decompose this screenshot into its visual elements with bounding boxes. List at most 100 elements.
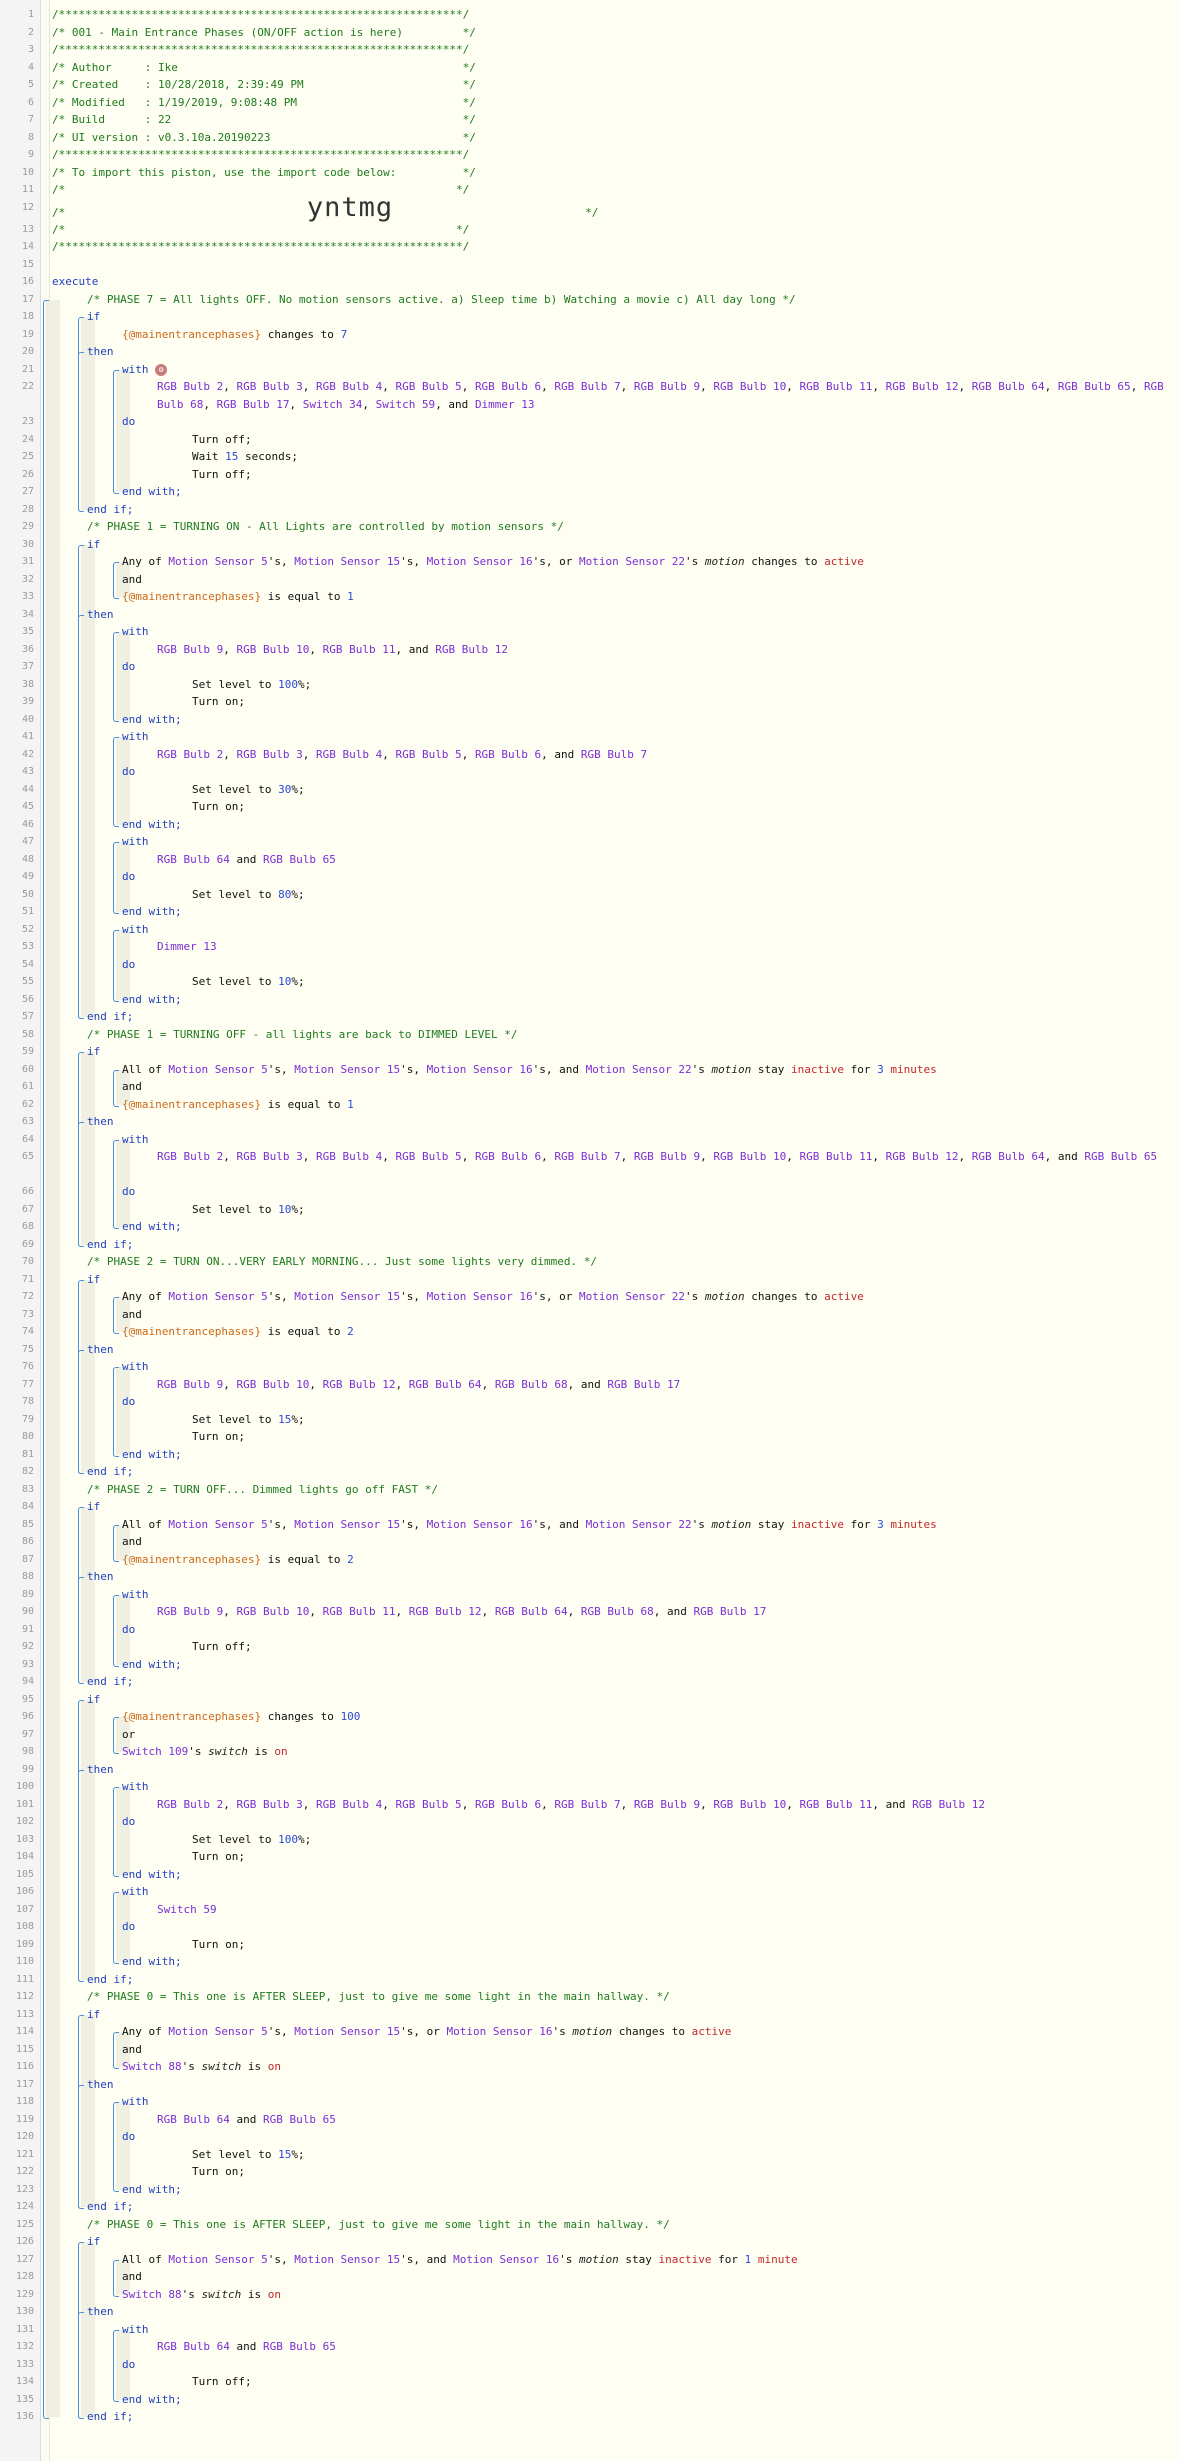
device-name[interactable]: RGB Bulb 12	[886, 1150, 959, 1163]
device-name[interactable]: Motion Sensor 15	[294, 1290, 400, 1303]
device-name[interactable]: Motion Sensor 5	[168, 1518, 267, 1531]
device-name[interactable]: Motion Sensor 16	[447, 2025, 553, 2038]
block-bracket[interactable]	[113, 842, 119, 914]
device-name[interactable]: RGB Bulb 65	[1058, 380, 1131, 393]
device-name[interactable]: RGB Bulb 5	[395, 748, 461, 761]
device-name[interactable]: RGB Bulb 7	[554, 380, 620, 393]
device-name[interactable]: Motion Sensor 15	[294, 1063, 400, 1076]
device-name[interactable]: RGB Bulb 5	[395, 1150, 461, 1163]
device-name[interactable]: RGB Bulb 68	[581, 1605, 654, 1618]
block-bracket[interactable]	[113, 1892, 119, 1964]
device-name[interactable]: RGB Bulb 10	[236, 1605, 309, 1618]
device-name[interactable]: RGB Bulb 10	[236, 643, 309, 656]
device-name[interactable]: RGB Bulb 11	[323, 643, 396, 656]
block-bracket[interactable]	[78, 2312, 84, 2419]
variable-name[interactable]: {@mainentrancephases}	[122, 1325, 261, 1338]
device-name[interactable]: Switch 88	[122, 2288, 182, 2301]
block-bracket[interactable]	[78, 614, 84, 1019]
device-name[interactable]: RGB Bulb 12	[435, 643, 508, 656]
device-name[interactable]: RGB Bulb 9	[634, 1798, 700, 1811]
device-name[interactable]: RGB Bulb 2	[157, 748, 223, 761]
block-bracket[interactable]	[113, 2032, 119, 2069]
device-name[interactable]: RGB Bulb 64	[409, 1378, 482, 1391]
block-bracket[interactable]	[113, 1297, 119, 1334]
device-name[interactable]: Motion Sensor 22	[579, 555, 685, 568]
device-name[interactable]: Switch 59	[376, 398, 436, 411]
device-name[interactable]: RGB Bulb 9	[157, 1605, 223, 1618]
block-bracket[interactable]	[78, 1577, 84, 1684]
device-name[interactable]: RGB Bulb 65	[263, 2113, 336, 2126]
device-name[interactable]: Dimmer 13	[157, 940, 217, 953]
device-name[interactable]: RGB Bulb 9	[157, 643, 223, 656]
device-name[interactable]: Motion Sensor 22	[586, 1518, 692, 1531]
device-name[interactable]: RGB Bulb 3	[236, 380, 302, 393]
block-bracket[interactable]	[78, 352, 84, 512]
block-bracket[interactable]	[113, 632, 119, 722]
device-name[interactable]: Motion Sensor 16	[427, 1063, 533, 1076]
block-bracket[interactable]	[78, 1122, 84, 1247]
device-name[interactable]: RGB Bulb 12	[323, 1378, 396, 1391]
device-name[interactable]: RGB Bulb 65	[1084, 1150, 1157, 1163]
block-bracket[interactable]	[113, 2102, 119, 2192]
device-name[interactable]: RGB Bulb 9	[157, 1378, 223, 1391]
device-name[interactable]: RGB Bulb 2	[157, 380, 223, 393]
device-name[interactable]: Switch 59	[157, 1903, 217, 1916]
device-name[interactable]: RGB Bulb 17	[694, 1605, 767, 1618]
device-name[interactable]: Motion Sensor 16	[427, 1518, 533, 1531]
variable-name[interactable]: {@mainentrancephases}	[122, 1710, 261, 1723]
block-bracket[interactable]	[113, 929, 119, 1002]
block-bracket[interactable]	[113, 1139, 119, 1229]
block-bracket[interactable]	[113, 1069, 119, 1107]
device-name[interactable]: Motion Sensor 16	[453, 2253, 559, 2266]
device-name[interactable]: RGB Bulb 2	[157, 1798, 223, 1811]
device-name[interactable]: RGB Bulb 5	[395, 1798, 461, 1811]
device-name[interactable]: Motion Sensor 5	[168, 2025, 267, 2038]
device-name[interactable]: Motion Sensor 15	[294, 2253, 400, 2266]
device-name[interactable]: RGB Bulb 64	[157, 2113, 230, 2126]
device-name[interactable]: RGB Bulb 12	[912, 1798, 985, 1811]
device-name[interactable]: RGB Bulb 5	[395, 380, 461, 393]
device-name[interactable]: RGB Bulb 2	[157, 1150, 223, 1163]
block-bracket[interactable]	[113, 369, 119, 494]
device-name[interactable]: RGB Bulb 10	[713, 380, 786, 393]
device-name[interactable]: RGB Bulb 11	[800, 1150, 873, 1163]
device-name[interactable]: RGB Bulb 6	[475, 380, 541, 393]
device-name[interactable]: RGB Bulb 7	[554, 1798, 620, 1811]
device-name[interactable]: RGB Bulb 68	[495, 1378, 568, 1391]
device-name[interactable]: Motion Sensor 22	[586, 1063, 692, 1076]
device-name[interactable]: RGB Bulb 7	[554, 1150, 620, 1163]
device-name[interactable]: RGB Bulb 4	[316, 1798, 382, 1811]
device-name[interactable]: RGB Bulb 17	[217, 398, 290, 411]
device-name[interactable]: Motion Sensor 15	[294, 2025, 400, 2038]
device-name[interactable]: RGB Bulb 11	[323, 1605, 396, 1618]
block-bracket[interactable]	[113, 562, 119, 599]
device-name[interactable]: RGB Bulb 65	[263, 2340, 336, 2353]
block-bracket[interactable]	[78, 1349, 84, 1474]
block-bracket[interactable]	[113, 1717, 119, 1754]
device-name[interactable]: Motion Sensor 5	[168, 1290, 267, 1303]
device-name[interactable]: RGB Bulb 4	[316, 380, 382, 393]
device-name[interactable]: Switch 88	[122, 2060, 182, 2073]
device-name[interactable]: RGB Bulb 3	[236, 748, 302, 761]
device-name[interactable]: RGB Bulb 64	[157, 853, 230, 866]
device-name[interactable]: RGB Bulb 6	[475, 1150, 541, 1163]
block-bracket[interactable]	[113, 2259, 119, 2297]
device-name[interactable]: RGB Bulb 6	[475, 748, 541, 761]
block-bracket[interactable]	[43, 299, 49, 2419]
device-name[interactable]: Motion Sensor 5	[168, 2253, 267, 2266]
device-name[interactable]: RGB Bulb 11	[800, 1798, 873, 1811]
variable-name[interactable]: {@mainentrancephases}	[122, 1098, 261, 1111]
block-bracket[interactable]	[113, 737, 119, 827]
device-name[interactable]: RGB Bulb 10	[236, 1378, 309, 1391]
variable-name[interactable]: {@mainentrancephases}	[122, 590, 261, 603]
block-bracket[interactable]	[113, 1594, 119, 1667]
device-name[interactable]: RGB Bulb 11	[800, 380, 873, 393]
device-name[interactable]: RGB Bulb 10	[713, 1798, 786, 1811]
device-name[interactable]: Motion Sensor 22	[579, 1290, 685, 1303]
device-name[interactable]: RGB Bulb 4	[316, 1150, 382, 1163]
device-name[interactable]: RGB Bulb 9	[634, 1150, 700, 1163]
block-bracket[interactable]	[113, 1787, 119, 1877]
block-bracket[interactable]	[78, 2084, 84, 2209]
device-name[interactable]: Motion Sensor 16	[427, 555, 533, 568]
device-name[interactable]: RGB Bulb 6	[475, 1798, 541, 1811]
